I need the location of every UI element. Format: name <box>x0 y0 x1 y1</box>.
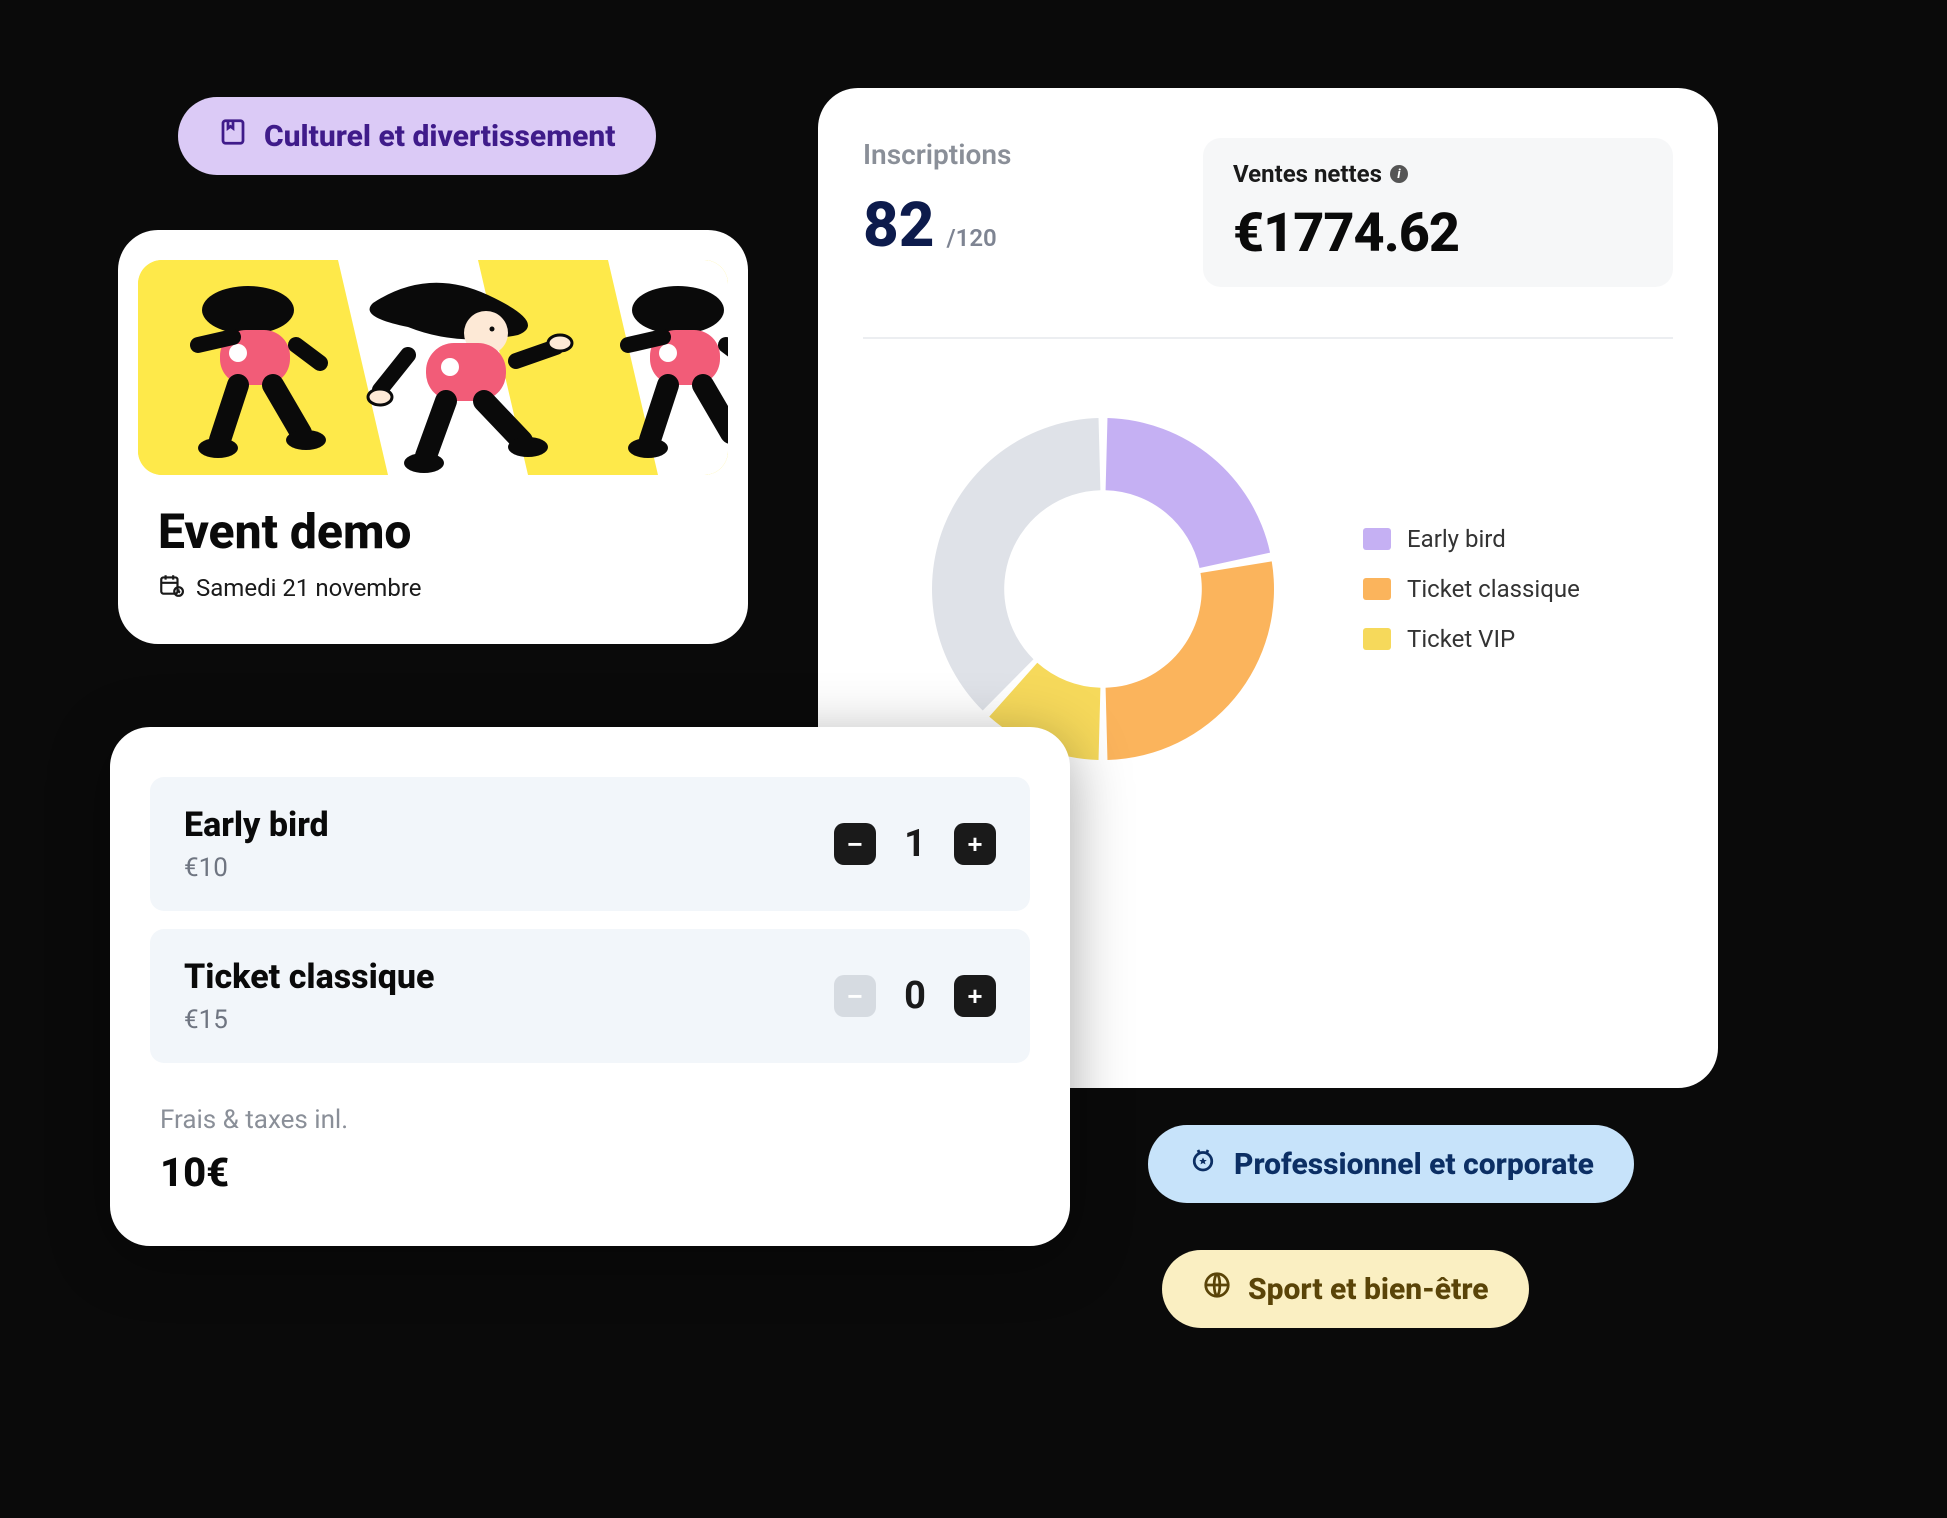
category-pill-culture[interactable]: Culturel et divertissement <box>178 97 656 175</box>
net-sales-block: Ventes nettes i €1774.62 <box>1203 138 1673 287</box>
total-amount: 10€ <box>160 1149 1030 1196</box>
ticket-name: Ticket classique <box>184 957 435 997</box>
category-pill-sport[interactable]: Sport et bien-être <box>1162 1250 1529 1328</box>
book-icon <box>218 117 248 155</box>
event-illustration <box>138 260 728 475</box>
ticket-row: Ticket classique €15 − 0 + <box>150 929 1030 1063</box>
ticket-price: €15 <box>184 1005 435 1035</box>
quantity-value: 1 <box>900 822 930 866</box>
category-pill-label: Professionnel et corporate <box>1234 1147 1594 1182</box>
ticket-selector-card: Early bird €10 − 1 + Ticket classique €1… <box>110 727 1070 1246</box>
divider <box>863 337 1673 339</box>
registrations-block: Inscriptions 82 /120 <box>863 138 1163 287</box>
event-card[interactable]: Event demo Samedi 21 novembre <box>118 230 748 644</box>
increment-button[interactable]: + <box>954 823 996 865</box>
ball-icon <box>1202 1270 1232 1308</box>
decrement-button: − <box>834 975 876 1017</box>
category-pill-label: Sport et bien-être <box>1248 1272 1489 1307</box>
fees-label: Frais & taxes inl. <box>160 1105 1030 1135</box>
legend-swatch <box>1363 528 1391 550</box>
chart-legend: Early bird Ticket classique Ticket VIP <box>1363 525 1580 653</box>
quantity-stepper: − 0 + <box>834 974 996 1018</box>
donut-segment <box>932 418 1100 710</box>
info-icon[interactable]: i <box>1390 165 1408 183</box>
event-date-text: Samedi 21 novembre <box>196 574 421 602</box>
legend-swatch <box>1363 578 1391 600</box>
legend-item: Early bird <box>1363 525 1580 553</box>
quantity-stepper: − 1 + <box>834 822 996 866</box>
registrations-total: /120 <box>946 224 996 252</box>
ticket-price: €10 <box>184 853 329 883</box>
net-sales-amount: €1774.62 <box>1233 202 1643 265</box>
increment-button[interactable]: + <box>954 975 996 1017</box>
decrement-button[interactable]: − <box>834 823 876 865</box>
donut-segment <box>1106 418 1270 568</box>
donut-segment <box>1106 561 1274 760</box>
quantity-value: 0 <box>900 974 930 1018</box>
net-sales-label: Ventes nettes <box>1233 160 1382 188</box>
legend-label: Ticket classique <box>1407 575 1580 603</box>
legend-swatch <box>1363 628 1391 650</box>
legend-item: Ticket classique <box>1363 575 1580 603</box>
category-pill-corporate[interactable]: Professionnel et corporate <box>1148 1125 1634 1203</box>
donut-chart <box>913 399 1293 779</box>
event-title: Event demo <box>158 503 728 560</box>
legend-item: Ticket VIP <box>1363 625 1580 653</box>
ticket-row: Early bird €10 − 1 + <box>150 777 1030 911</box>
calendar-icon <box>158 572 184 604</box>
legend-label: Ticket VIP <box>1407 625 1515 653</box>
event-date: Samedi 21 novembre <box>158 572 728 604</box>
registrations-count: 82 <box>863 189 935 262</box>
registrations-label: Inscriptions <box>863 138 1163 171</box>
badge-icon <box>1188 1145 1218 1183</box>
legend-label: Early bird <box>1407 525 1506 553</box>
ticket-name: Early bird <box>184 805 329 845</box>
category-pill-label: Culturel et divertissement <box>264 119 616 154</box>
